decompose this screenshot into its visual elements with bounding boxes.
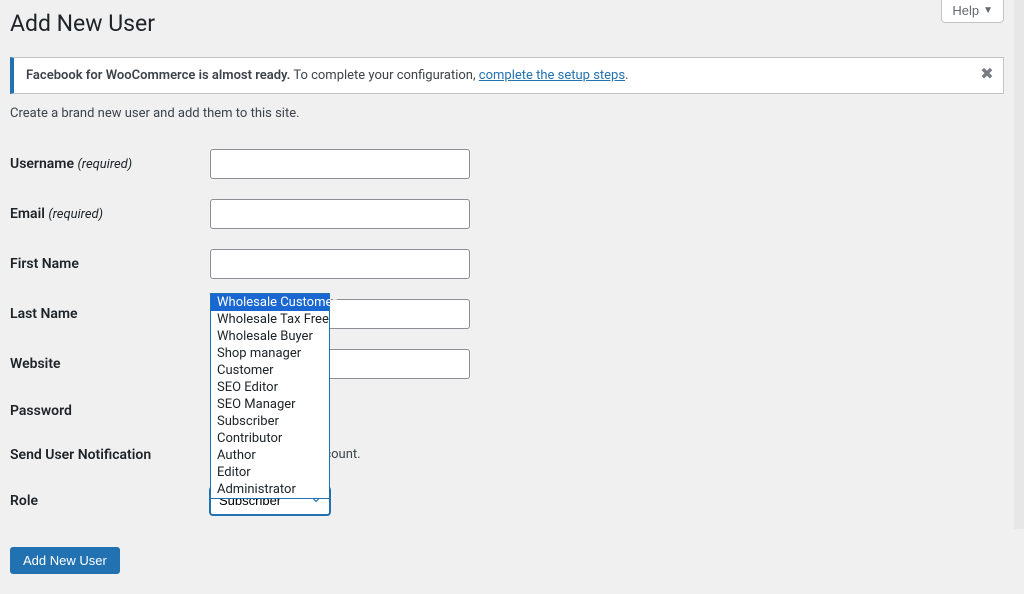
role-option[interactable]: Shop manager [211,345,329,362]
role-option[interactable]: SEO Editor [211,379,329,396]
role-option[interactable]: Wholesale Buyer [211,328,329,345]
role-option[interactable]: Wholesale Customer [211,294,329,311]
send-notification-label: Send User Notification [10,433,210,477]
notice-period: . [625,68,628,83]
close-icon: ✖ [980,64,993,84]
caret-down-icon: ▼ [983,6,993,16]
role-option[interactable]: Author [211,447,329,464]
role-option[interactable]: Editor [211,464,329,481]
last-name-label: Last Name [10,289,210,339]
page-title: Add New User [10,0,1004,43]
username-input[interactable] [210,149,470,179]
role-label: Role [10,477,210,525]
notice-dismiss-button[interactable]: ✖ [977,64,997,84]
role-option[interactable]: SEO Manager [211,396,329,413]
first-name-label: First Name [10,239,210,289]
role-option[interactable]: Administrator [211,481,329,498]
username-label: Username (required) [10,139,210,189]
first-name-input[interactable] [210,249,470,279]
woocommerce-setup-notice: Facebook for WooCommerce is almost ready… [10,57,1004,94]
username-label-text: Username [10,156,74,172]
help-toggle-label: Help [952,3,979,18]
notice-strong: Facebook for WooCommerce is almost ready… [26,68,290,83]
role-option[interactable]: Contributor [211,430,329,447]
role-option[interactable]: Subscriber [211,413,329,430]
notice-tail: To complete your configuration, [290,68,478,83]
email-required-hint: (required) [48,207,103,222]
notice-setup-link[interactable]: complete the setup steps [479,68,625,83]
email-label-text: Email [10,206,45,222]
role-option[interactable]: Wholesale Tax Free [211,311,329,328]
add-user-submit-button[interactable]: Add New User [10,547,120,574]
email-input[interactable] [210,199,470,229]
role-dropdown-list[interactable]: Wholesale CustomerWholesale Tax FreeWhol… [210,293,330,499]
email-label: Email (required) [10,189,210,239]
website-label: Website [10,339,210,389]
password-label: Password [10,389,210,433]
role-option[interactable]: Customer [211,362,329,379]
help-toggle[interactable]: Help ▼ [941,0,1004,23]
page-intro: Create a brand new user and add them to … [10,106,1004,121]
username-required-hint: (required) [77,157,132,172]
